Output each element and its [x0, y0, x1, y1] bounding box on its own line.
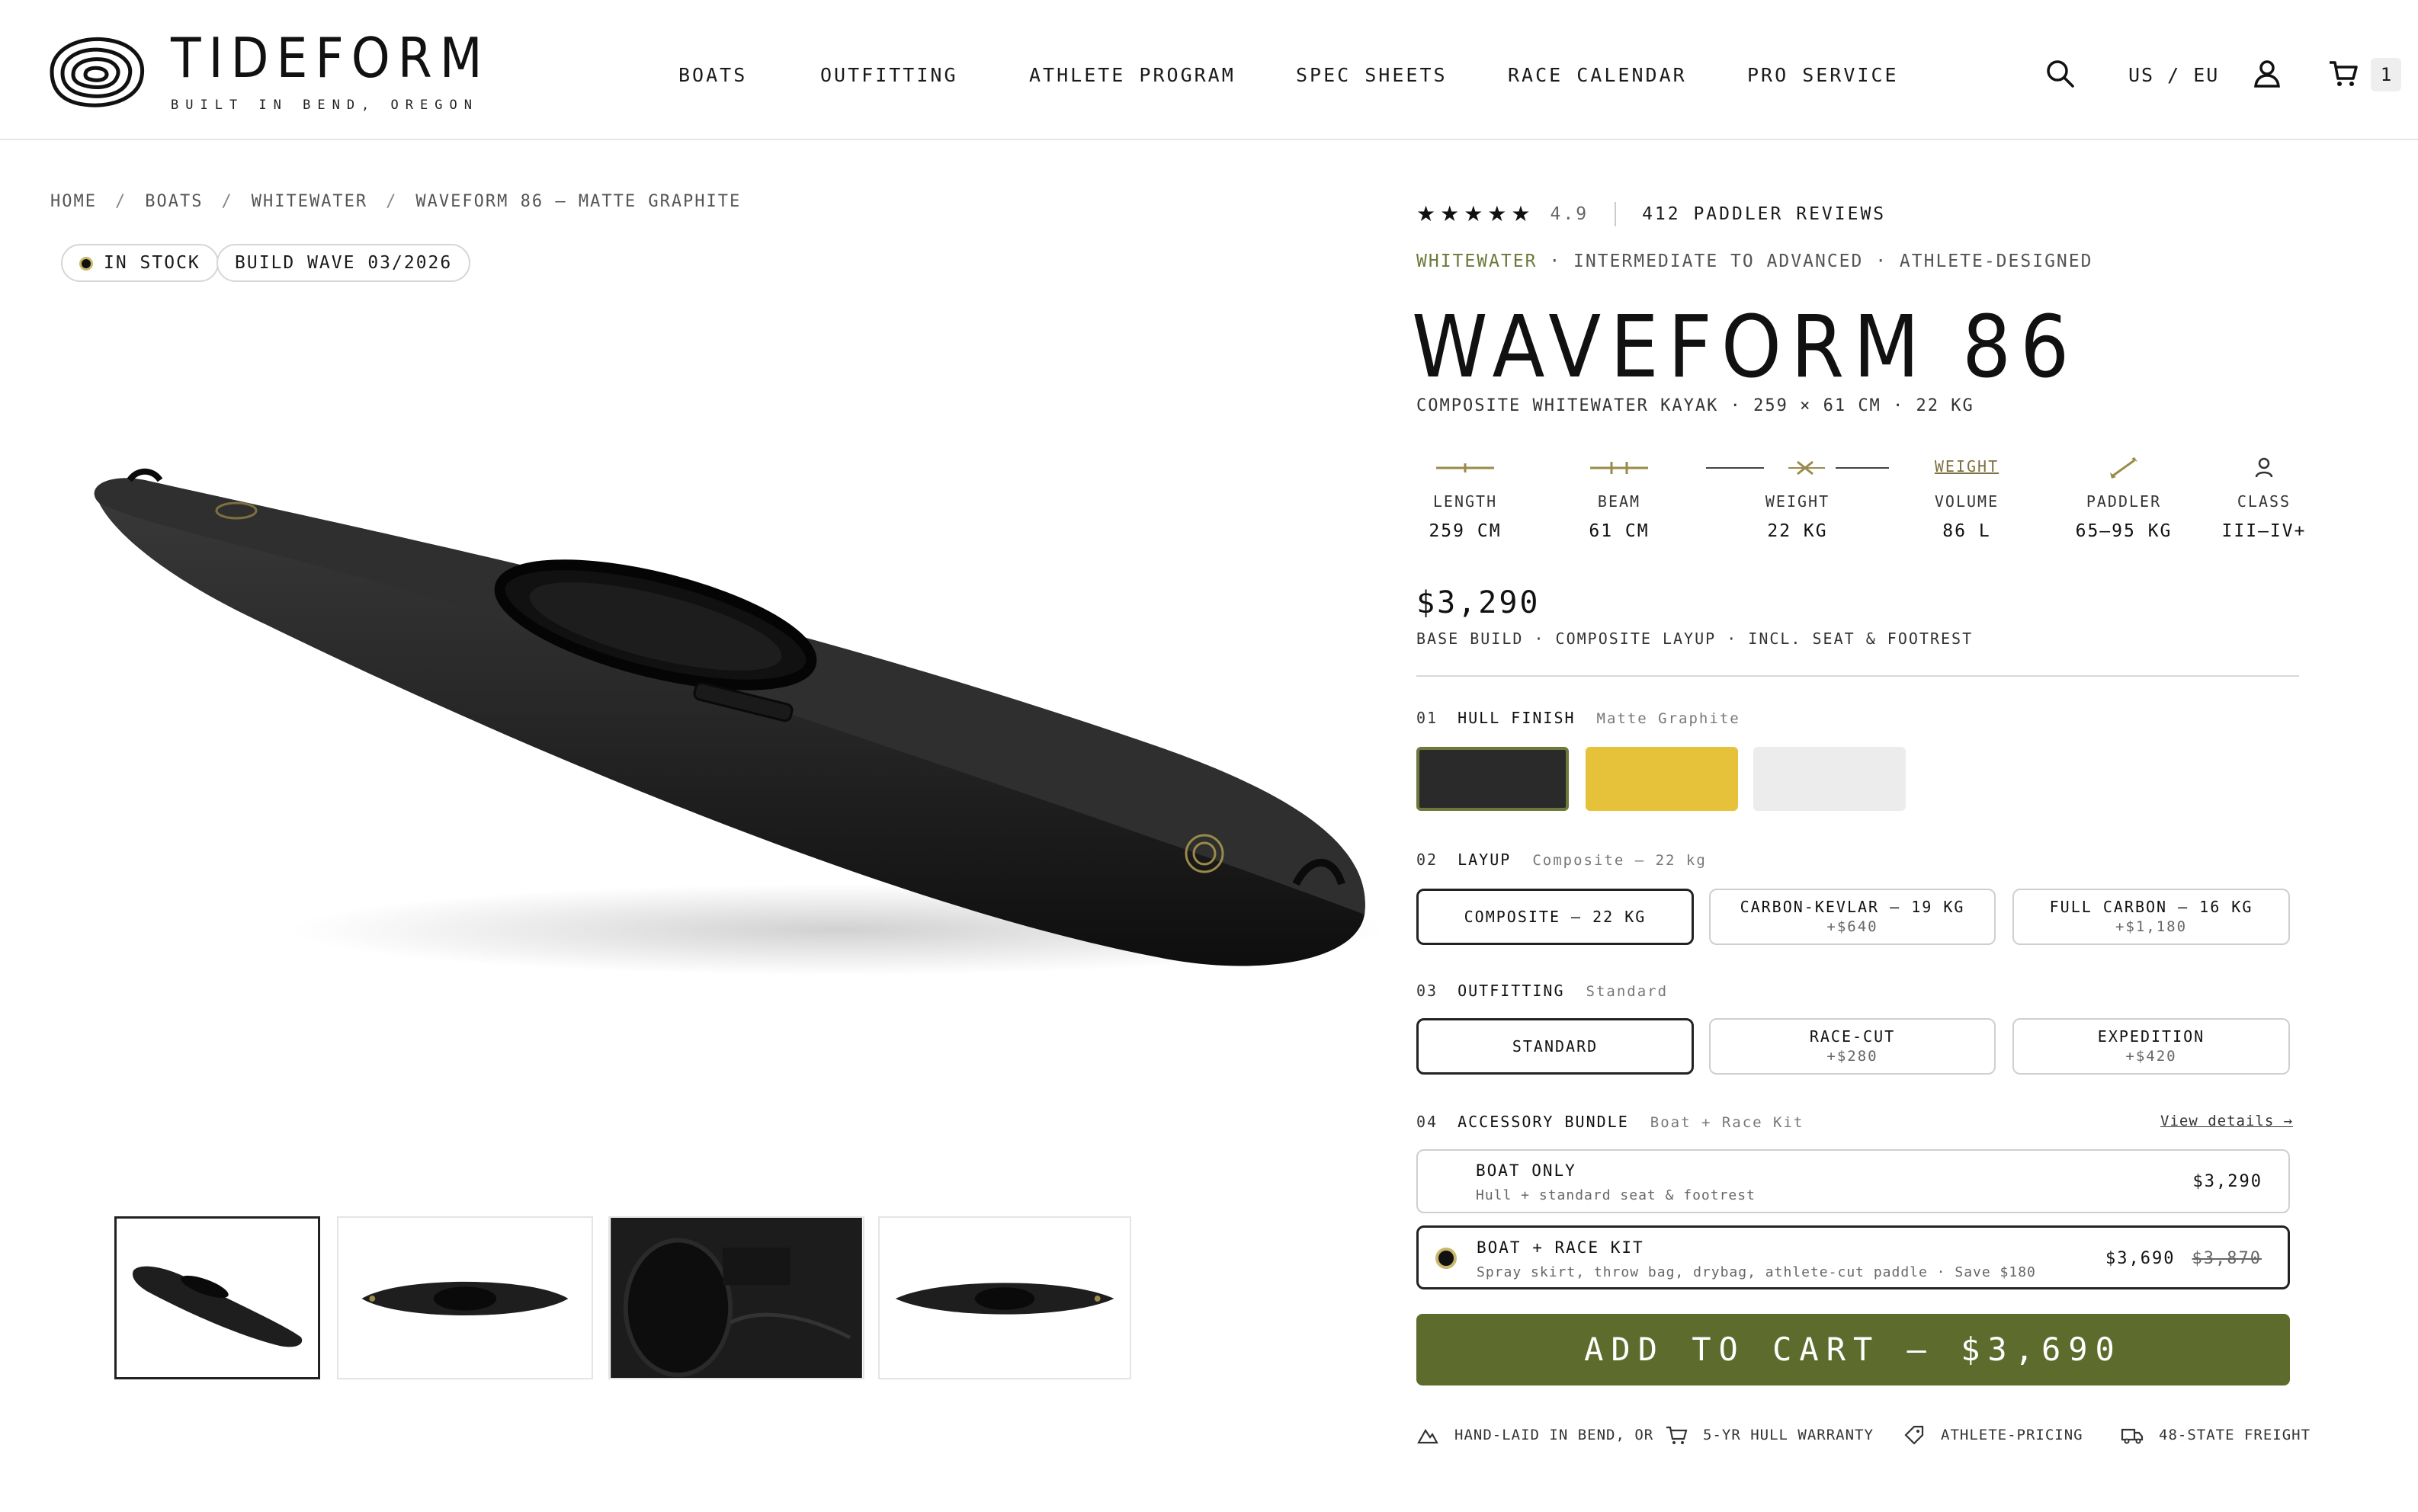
radio-selected-icon	[1435, 1248, 1457, 1269]
nav-athlete-program[interactable]: ATHLETE PROGRAM	[1029, 64, 1236, 86]
layup-composite[interactable]: COMPOSITE — 22 KG	[1416, 889, 1694, 945]
spec-length: LENGTH 259 CM	[1389, 457, 1541, 541]
search-button[interactable]	[2044, 58, 2075, 91]
assurance-athlete-pricing: ATHLETE-PRICING	[1903, 1424, 2083, 1446]
truck-icon	[2121, 1428, 2144, 1444]
bundle-boat-only[interactable]: BOAT ONLY Hull + standard seat & footres…	[1416, 1149, 2290, 1213]
spec-weight: WEIGHT 22 KG	[1706, 457, 1889, 541]
assurance-freight: 48-STATE FREIGHT	[2121, 1424, 2311, 1446]
outfitting-standard[interactable]: STANDARD	[1416, 1018, 1694, 1075]
option-bundle-header: 04 ACCESSORY BUNDLE Boat + Race Kit	[1416, 1113, 1804, 1131]
outfitting-expedition[interactable]: EXPEDITION +$420	[2012, 1018, 2290, 1075]
topo-logo-icon	[50, 37, 145, 107]
nav-race-calendar[interactable]: RACE CALENDAR	[1508, 64, 1687, 86]
stock-badge: IN STOCK	[61, 244, 219, 282]
layup-carbon-kevlar[interactable]: CARBON-KEVLAR — 19 KG +$640	[1709, 889, 1996, 945]
breadcrumb: HOME / BOATS / WHITEWATER / WAVEFORM 86 — MATT…	[50, 192, 742, 211]
cart-button[interactable]	[2328, 58, 2359, 91]
rating-score: 4.9	[1550, 203, 1589, 224]
search-icon	[2047, 60, 2074, 88]
account-button[interactable]	[2252, 58, 2282, 91]
thumbnail-3[interactable]	[608, 1216, 864, 1379]
review-count: 412 PADDLER REVIEWS	[1642, 203, 1887, 224]
region-selector[interactable]: US / EU	[2128, 64, 2219, 86]
breadcrumb-home[interactable]: HOME	[50, 192, 97, 211]
bundle-race-kit[interactable]: BOAT + RACE KIT Spray skirt, throw bag, …	[1416, 1225, 2290, 1289]
option-layup-header: 02 LAYUP Composite — 22 kg	[1416, 850, 1707, 869]
account-icon	[2254, 60, 2280, 88]
swatch-yellow[interactable]	[1586, 747, 1738, 811]
build-wave-badge: BUILD WAVE 03/2026	[216, 244, 471, 282]
paddle-icon	[2110, 457, 2137, 479]
thumbnail-1[interactable]	[114, 1216, 320, 1379]
spec-strip: LENGTH 259 CM BEAM 61 CM WEIGHT 22 KG WE…	[1416, 457, 2304, 549]
cart-icon	[2330, 61, 2358, 86]
tag-icon	[1904, 1425, 1924, 1445]
outfitting-race-cut[interactable]: RACE-CUT +$280	[1709, 1018, 1996, 1075]
paddler-icon	[2255, 457, 2273, 478]
kayak-top-alt-thumb	[895, 1283, 1114, 1315]
divider	[1416, 675, 2299, 677]
cockpit-detail-thumb	[611, 1218, 862, 1378]
beam-icon	[1590, 462, 1648, 474]
weight-icon	[1706, 460, 1889, 476]
product-hero-image	[94, 468, 1387, 975]
spec-paddler: PADDLER 65–95 KG	[2048, 457, 2200, 541]
breadcrumb-whitewater[interactable]: WHITEWATER	[252, 192, 367, 211]
product-subtitle: COMPOSITE WHITEWATER KAYAK · 259 × 61 CM…	[1416, 396, 1974, 415]
price-note: BASE BUILD · COMPOSITE LAYUP · INCL. SEA…	[1416, 629, 1974, 648]
rating-summary[interactable]: ★★★★★ 4.9 412 PADDLER REVIEWS	[1416, 201, 1886, 226]
layup-full-carbon[interactable]: FULL CARBON — 16 KG +$1,180	[2012, 889, 2290, 945]
mountain-icon	[1417, 1428, 1438, 1444]
option-hull-header: 01 HULL FINISH Matte Graphite	[1416, 709, 1740, 727]
cart-small-icon	[1666, 1426, 1688, 1444]
swatch-white[interactable]	[1753, 747, 1906, 811]
assurance-hand-laid: HAND-LAID IN BEND, OR	[1416, 1424, 1653, 1446]
product-title: WAVEFORM 86	[1412, 298, 2079, 397]
swatch-matte-graphite[interactable]	[1416, 747, 1569, 811]
length-icon	[1436, 463, 1494, 472]
nav-spec-sheets[interactable]: SPEC SHEETS	[1296, 64, 1448, 86]
spec-beam: BEAM 61 CM	[1543, 457, 1695, 541]
volume-icon-label: WEIGHT	[1934, 457, 2000, 476]
star-rating-icon: ★★★★★	[1416, 201, 1535, 226]
kayak-top-thumb	[361, 1281, 569, 1316]
assurance-warranty: 5-YR HULL WARRANTY	[1665, 1424, 1874, 1446]
site-header: TIDEFORM BUILT IN BEND, OREGON BOATS OUT…	[0, 0, 2418, 140]
cart-count-badge: 1	[2371, 58, 2401, 91]
thumbnail-4[interactable]	[878, 1216, 1131, 1379]
breadcrumb-current: WAVEFORM 86 — MATTE GRAPHITE	[415, 192, 742, 211]
kayak-angle-thumb	[133, 1266, 303, 1347]
option-outfitting-header: 03 OUTFITTING Standard	[1416, 982, 1669, 1000]
spec-class: CLASS III–IV+	[2188, 457, 2340, 541]
nav-boats[interactable]: BOATS	[678, 64, 747, 86]
nav-outfitting[interactable]: OUTFITTING	[820, 64, 958, 86]
thumbnail-2[interactable]	[337, 1216, 593, 1379]
product-price: $3,290	[1416, 585, 1541, 620]
spec-volume: WEIGHT VOLUME 86 L	[1890, 457, 2043, 541]
stock-dot-icon	[79, 257, 93, 271]
brand-name: TIDEFORM	[171, 26, 490, 90]
add-to-cart-button[interactable]: ADD TO CART — $3,690	[1416, 1314, 2290, 1385]
nav-pro-service[interactable]: PRO SERVICE	[1747, 64, 1899, 86]
product-tagline: WHITEWATER · INTERMEDIATE TO ADVANCED · …	[1416, 251, 2093, 271]
brand-logo[interactable]: TIDEFORM BUILT IN BEND, OREGON	[44, 30, 490, 113]
brand-tagline: BUILT IN BEND, OREGON	[171, 98, 479, 113]
view-details-link[interactable]: View details →	[2160, 1113, 2293, 1129]
breadcrumb-boats[interactable]: BOATS	[145, 192, 203, 211]
